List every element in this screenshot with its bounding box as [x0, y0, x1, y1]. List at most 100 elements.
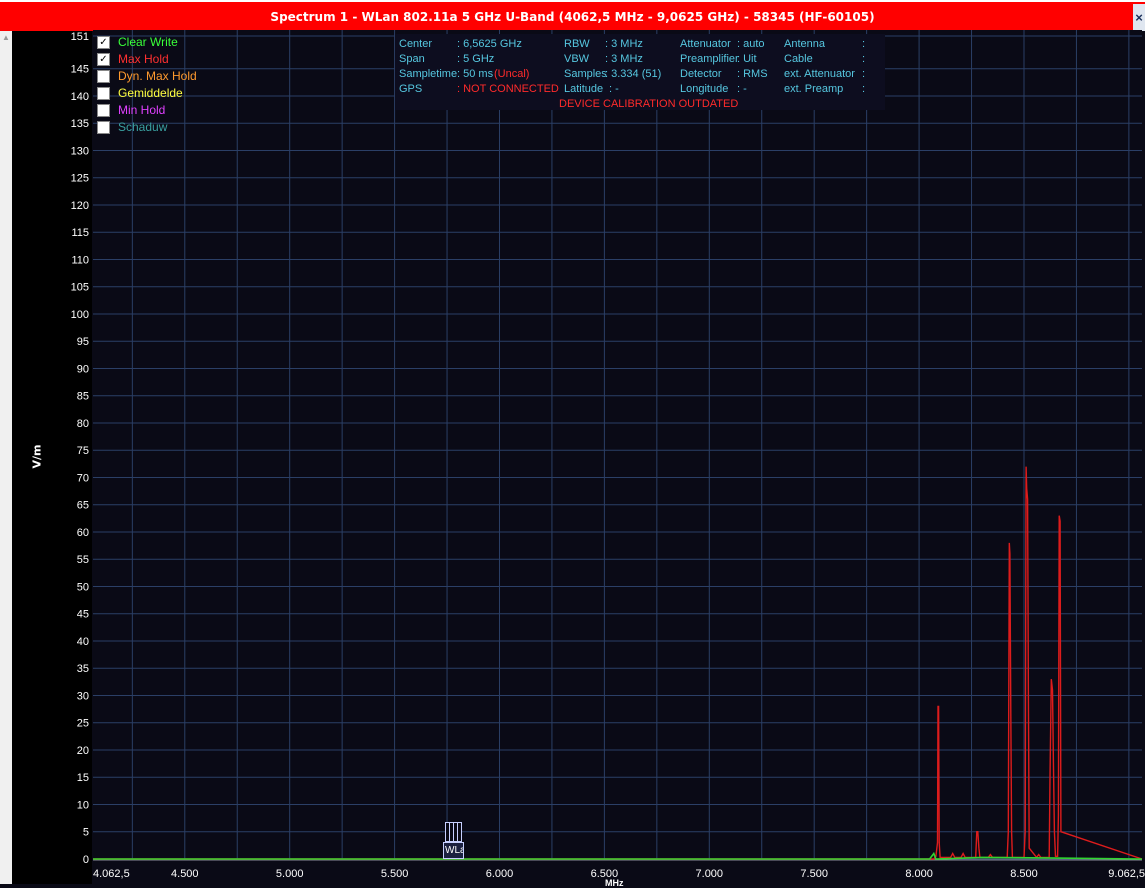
ext-attenuator-value: : [862, 68, 866, 80]
y-tick-label: 110 [71, 254, 89, 266]
y-tick-label: 35 [77, 663, 89, 675]
vbw-value: : 3 MHz [605, 53, 643, 65]
y-tick-label: 65 [77, 500, 89, 512]
y-tick-label: 115 [71, 227, 89, 239]
gps-label: GPS [399, 83, 423, 95]
sampletime-value: : 50 ms [457, 68, 494, 80]
detector-label: Detector [680, 68, 722, 80]
measurement-info-panel: Center : 6,5625 GHz Span : 5 GHz Samplet… [395, 34, 885, 110]
wlan-band-bars [445, 822, 462, 842]
longitude-label: Longitude [680, 83, 729, 95]
y-tick-label: 140 [71, 91, 89, 103]
x-tick-label: 5.000 [276, 868, 304, 880]
plot-area [93, 30, 1142, 859]
y-tick-label: 85 [77, 391, 89, 403]
sampletime-uncal-flag: (Uncal) [494, 68, 530, 80]
y-tick-label: 95 [77, 336, 89, 348]
x-tick-label: 8.500 [1010, 868, 1038, 880]
latitude-label: Latitude [564, 83, 604, 95]
x-tick-label: 9.062,5 [1108, 868, 1145, 880]
y-tick-label: 45 [77, 609, 89, 621]
x-tick-label: 4.500 [171, 868, 199, 880]
sampletime-label: Sampletime [399, 68, 458, 80]
y-tick-label: 5 [83, 827, 89, 839]
x-tick-label: 8.000 [905, 868, 933, 880]
y-tick-label: 55 [77, 554, 89, 566]
center-value: : 6,5625 GHz [457, 38, 522, 50]
cable-value: : [862, 53, 866, 65]
y-tick-label: 105 [71, 282, 89, 294]
span-value: : 5 GHz [457, 53, 495, 65]
x-tick-label: 4.062,5 [93, 868, 130, 880]
y-tick-label: 15 [77, 772, 89, 784]
y-tick-label: 75 [77, 445, 89, 457]
x-tick-label: 6.000 [486, 868, 514, 880]
legend-checkbox[interactable] [97, 103, 110, 117]
samples-value: : 3.334 (51) [605, 68, 662, 80]
latitude-value: : - [609, 83, 619, 95]
y-tick-label: 20 [77, 745, 89, 757]
x-tick-label: 7.000 [696, 868, 724, 880]
legend-item-schaduw[interactable]: Schaduw [97, 119, 167, 135]
y-tick-label: 50 [77, 581, 89, 593]
y-tick-label: 135 [71, 118, 89, 130]
legend-label: Dyn. Max Hold [118, 69, 197, 83]
legend-item-max-hold[interactable]: ✓ Max Hold [97, 51, 169, 67]
y-tick-label: 120 [71, 200, 89, 212]
calibration-warning: DEVICE CALIBRATION OUTDATED [559, 98, 739, 110]
legend-checkbox[interactable] [97, 69, 110, 83]
legend-item-min-hold[interactable]: Min Hold [97, 102, 165, 118]
x-tick-label: 7.500 [800, 868, 828, 880]
legend-label: Max Hold [118, 52, 169, 66]
y-tick-layer: 0 5 10 15 20 25 30 35 40 45 50 55 60 65 70 75 80 85 90 95 10… [71, 31, 89, 866]
rbw-label: RBW [564, 38, 590, 50]
antenna-value: : [862, 38, 866, 50]
y-tick-label: 130 [71, 145, 89, 157]
legend-item-clear-write[interactable]: ✓ Clear Write [97, 34, 178, 50]
y-tick-label: 25 [77, 718, 89, 730]
ext-attenuator-label: ext. Attenuator [784, 68, 855, 80]
y-tick-label: 0 [83, 854, 89, 866]
cable-label: Cable [784, 53, 813, 65]
y-tick-label: 60 [77, 527, 89, 539]
grid-layer [93, 30, 1142, 861]
legend-label: Min Hold [118, 103, 166, 117]
wlan-band-marker[interactable]: WLa [443, 822, 464, 860]
legend-checkbox[interactable]: ✓ [97, 35, 110, 49]
y-tick-label: 70 [77, 472, 89, 484]
attenuator-value: : auto [737, 38, 765, 50]
legend-checkbox[interactable]: ✓ [97, 52, 110, 66]
ext-preamp-value: : [862, 83, 866, 95]
antenna-label: Antenna [784, 38, 825, 50]
legend-checkbox[interactable] [97, 120, 110, 134]
span-label: Span [399, 53, 425, 65]
y-tick-label: 40 [77, 636, 89, 648]
longitude-value: : - [737, 83, 747, 95]
wlan-marker-label: WLa [443, 842, 464, 859]
y-tick-label: 30 [77, 690, 89, 702]
rbw-value: : 3 MHz [605, 38, 643, 50]
attenuator-label: Attenuator [680, 38, 731, 50]
legend-label: Clear Write [118, 35, 178, 49]
y-tick-label: 125 [71, 173, 89, 185]
preamp-value: : Uit [737, 53, 757, 65]
preamp-label: Preamplifier [680, 53, 739, 65]
legend-checkbox[interactable] [97, 86, 110, 100]
y-tick-label: 10 [77, 799, 89, 811]
y-tick-label: 80 [77, 418, 89, 430]
trace-legend: ✓ Clear Write ✓ Max Hold Dyn. Max Hold Gemidd… [97, 34, 397, 138]
legend-item-dyn-max-hold[interactable]: Dyn. Max Hold [97, 68, 197, 84]
legend-item-gemiddelde[interactable]: Gemiddelde [97, 85, 183, 101]
vbw-label: VBW [564, 53, 590, 65]
samples-label: Samples [564, 68, 607, 80]
legend-label: Gemiddelde [118, 86, 183, 100]
center-label: Center [399, 38, 433, 50]
legend-label: Schaduw [118, 120, 168, 134]
detector-value: : RMS [737, 68, 768, 80]
y-tick-label: 100 [71, 309, 89, 321]
gps-value: : NOT CONNECTED [457, 83, 559, 95]
y-tick-label: 90 [77, 363, 89, 375]
y-tick-label: 145 [71, 64, 89, 76]
x-tick-label: 5.500 [381, 868, 409, 880]
y-tick-label: 151 [71, 31, 89, 43]
